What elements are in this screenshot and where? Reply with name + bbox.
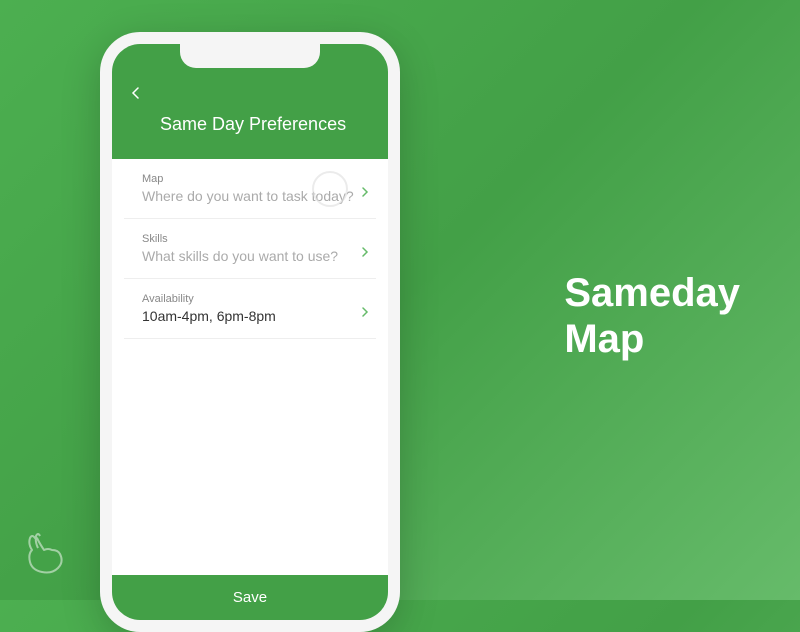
availability-row[interactable]: Availability 10am-4pm, 6pm-8pm xyxy=(124,279,376,339)
promo-line1: Sameday xyxy=(564,270,740,316)
preferences-list: Map Where do you want to task today? Ski… xyxy=(112,159,388,339)
availability-value: 10am-4pm, 6pm-8pm xyxy=(142,308,358,324)
chevron-right-icon xyxy=(360,304,370,314)
save-button[interactable]: Save xyxy=(112,575,388,620)
skills-placeholder: What skills do you want to use? xyxy=(142,248,358,264)
rabbit-logo-icon xyxy=(20,530,70,580)
map-row[interactable]: Map Where do you want to task today? xyxy=(124,159,376,219)
back-button[interactable] xyxy=(130,86,142,98)
chevron-left-icon xyxy=(130,87,142,99)
availability-label: Availability xyxy=(142,293,358,305)
skills-label: Skills xyxy=(142,233,358,245)
phone-notch xyxy=(180,44,320,68)
chevron-right-icon xyxy=(360,244,370,254)
phone-frame: Same Day Preferences Map Where do you wa… xyxy=(100,32,400,632)
promo-line2: Map xyxy=(564,316,740,362)
tap-indicator-icon xyxy=(312,171,348,207)
skills-row[interactable]: Skills What skills do you want to use? xyxy=(124,219,376,279)
page-title: Same Day Preferences xyxy=(160,114,368,135)
chevron-right-icon xyxy=(360,184,370,194)
promo-title: Sameday Map xyxy=(564,270,740,362)
phone-screen: Same Day Preferences Map Where do you wa… xyxy=(112,44,388,620)
